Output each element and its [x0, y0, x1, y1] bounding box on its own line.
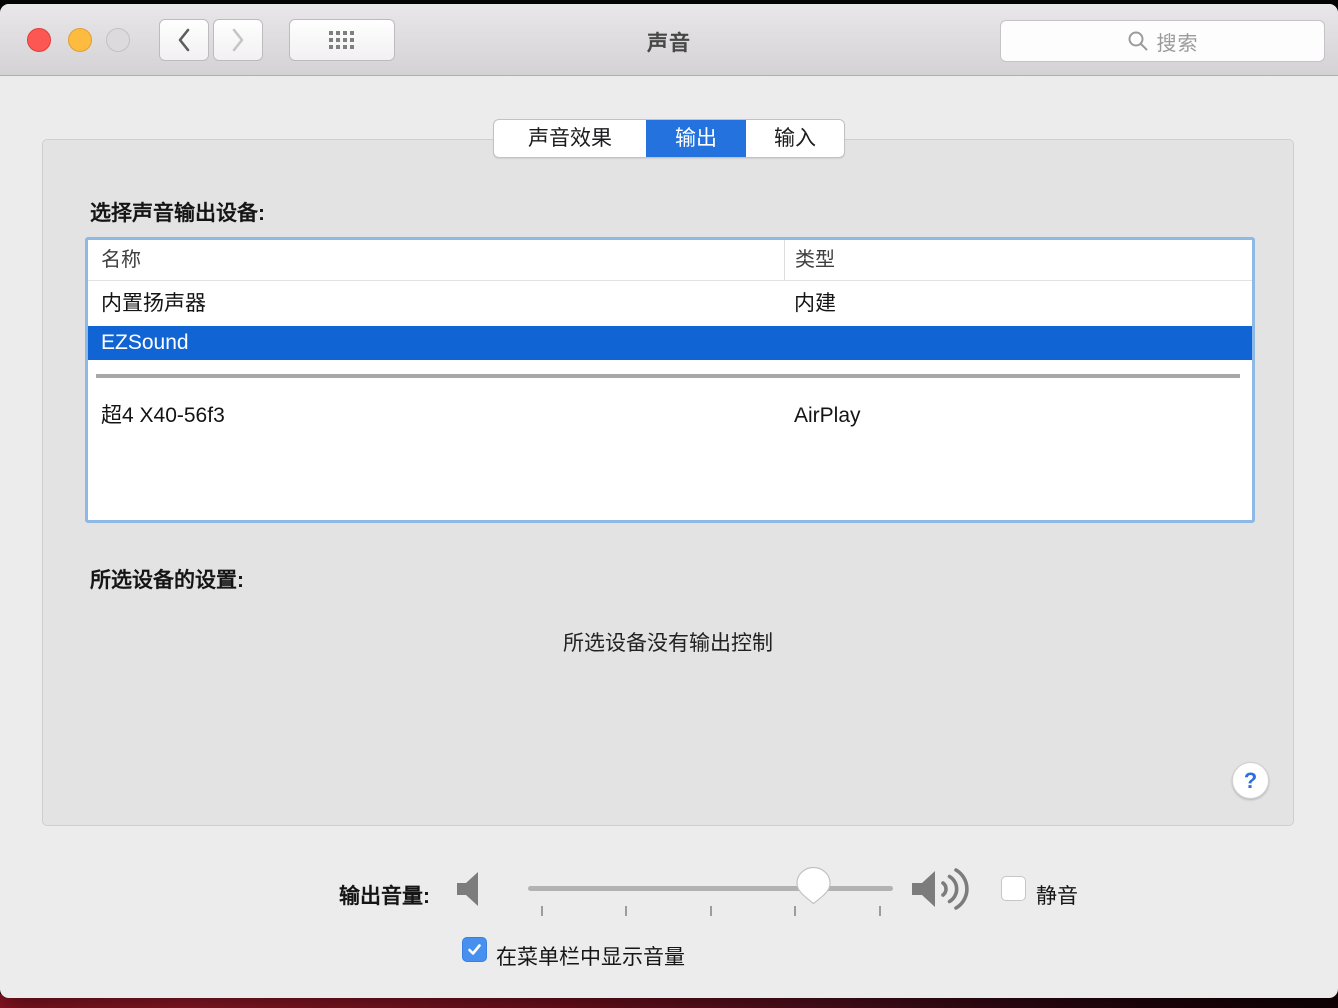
output-panel: 选择声音输出设备: 名称 类型 内置扬声器 内建 EZSound — [42, 139, 1294, 826]
slider-track[interactable] — [528, 886, 893, 891]
tab-sound-effects[interactable]: 声音效果 — [494, 120, 646, 157]
table-header-row: 名称 类型 — [88, 240, 1252, 281]
slider-tick — [625, 906, 627, 916]
show-volume-in-menubar-checkbox[interactable] — [462, 937, 487, 962]
output-volume-label: 输出音量: — [280, 880, 430, 910]
device-type — [784, 326, 1252, 360]
show-volume-in-menubar-label: 在菜单栏中显示音量 — [496, 941, 685, 971]
tab-bar: 声音效果 输出 输入 — [493, 119, 845, 158]
device-type: 内建 — [784, 281, 1252, 326]
slider-tick — [710, 906, 712, 916]
no-output-controls-message: 所选设备没有输出控制 — [43, 627, 1293, 657]
table-row[interactable]: 超4 X40-56f3 AirPlay — [88, 393, 1252, 438]
device-table-focus-ring: 名称 类型 内置扬声器 内建 EZSound 超4 X40-56f3 AirPl… — [85, 237, 1255, 523]
slider-tick — [541, 906, 543, 916]
tab-output[interactable]: 输出 — [646, 120, 746, 157]
device-name: 超4 X40-56f3 — [88, 393, 784, 438]
output-volume-slider[interactable] — [528, 866, 894, 916]
slider-thumb[interactable] — [795, 866, 832, 905]
device-table: 名称 类型 内置扬声器 内建 EZSound 超4 X40-56f3 AirPl… — [88, 240, 1252, 520]
mute-checkbox[interactable] — [1001, 876, 1026, 901]
mute-label: 静音 — [1036, 880, 1078, 910]
volume-low-icon — [455, 871, 489, 907]
device-type: AirPlay — [784, 393, 1252, 438]
choose-device-label: 选择声音输出设备: — [90, 197, 265, 227]
separator-line — [96, 374, 1240, 378]
device-name: EZSound — [88, 326, 784, 360]
volume-high-icon — [910, 864, 980, 914]
device-name: 内置扬声器 — [88, 281, 784, 326]
search-placeholder: 搜索 — [1157, 27, 1199, 56]
titlebar: 声音 搜索 — [0, 4, 1338, 76]
slider-tick — [879, 906, 881, 916]
help-button[interactable]: ? — [1232, 762, 1269, 799]
tab-input[interactable]: 输入 — [746, 120, 844, 157]
search-icon — [1127, 30, 1149, 52]
table-row[interactable]: 内置扬声器 内建 — [88, 281, 1252, 326]
selected-device-settings-label: 所选设备的设置: — [90, 564, 244, 594]
table-row-selected[interactable]: EZSound — [88, 326, 1252, 360]
column-header-type[interactable]: 类型 — [784, 240, 1252, 280]
check-icon — [466, 941, 483, 958]
search-input[interactable]: 搜索 — [1000, 20, 1325, 62]
sound-preferences-window: 声音 搜索 声音效果 输出 输入 选择声音输出设备: 名称 类型 内置扬声器 — [0, 4, 1338, 998]
device-separator-row — [88, 360, 1252, 393]
column-header-name[interactable]: 名称 — [88, 240, 784, 280]
slider-tick — [794, 906, 796, 916]
